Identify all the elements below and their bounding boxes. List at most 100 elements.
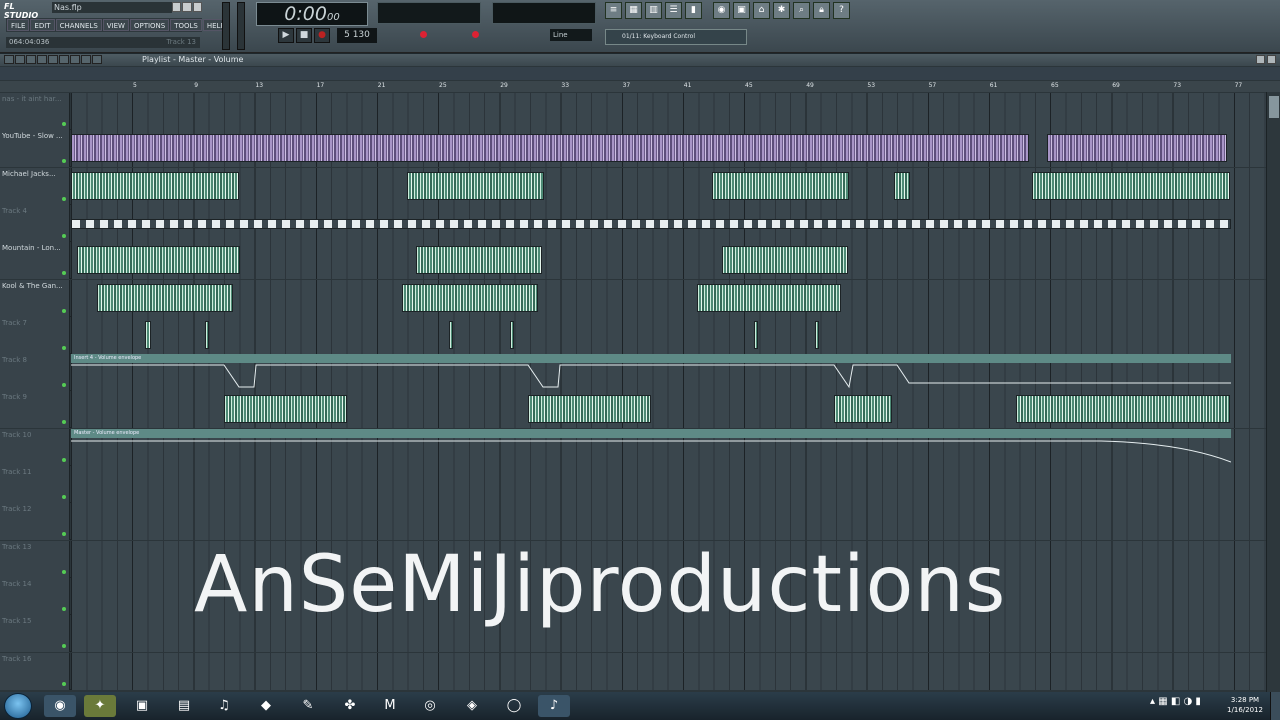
track-name[interactable]: Track 12 — [0, 503, 70, 541]
track-name[interactable]: Track 15 — [0, 615, 70, 653]
menu-channels[interactable]: CHANNELS — [55, 19, 102, 31]
app-icon-orange[interactable]: M — [374, 695, 406, 717]
track-mute-led-icon[interactable] — [62, 420, 66, 425]
itunes-running-icon[interactable]: ♪ — [538, 695, 570, 717]
playlist-clip[interactable] — [712, 171, 849, 200]
track-row[interactable]: Kool & The Gan... — [0, 279, 1266, 317]
playlist-clip[interactable] — [97, 283, 233, 312]
track-mute-led-icon[interactable] — [62, 308, 66, 313]
loop-led-icon[interactable] — [472, 31, 479, 38]
stop-button[interactable]: ■ — [296, 28, 312, 43]
track-name[interactable]: Mountain - Lon... — [0, 242, 70, 280]
playlist-clip[interactable] — [722, 246, 848, 275]
track-row[interactable]: Track 4 — [0, 204, 1266, 242]
playback-tool-icon[interactable] — [92, 55, 102, 64]
playlist-clip[interactable] — [71, 218, 1231, 229]
app-icon-green[interactable]: ✤ — [334, 695, 366, 717]
browser-icon[interactable]: ☰ — [665, 2, 682, 19]
fl-studio-taskbar-icon[interactable]: ✦ — [84, 695, 116, 717]
menu-options[interactable]: OPTIONS — [129, 19, 170, 31]
track-mute-led-icon[interactable] — [62, 383, 66, 388]
mute-tool-icon[interactable] — [37, 55, 47, 64]
playlist-clip[interactable] — [697, 283, 841, 312]
track-mute-led-icon[interactable] — [62, 606, 66, 611]
master-pitch-slider[interactable] — [237, 2, 245, 50]
playlist-clip[interactable] — [1047, 134, 1227, 163]
track-mute-led-icon[interactable] — [62, 681, 66, 686]
save-icon[interactable]: ▣ — [733, 2, 750, 19]
track-grid[interactable] — [71, 242, 1266, 280]
playlist-maximize-button[interactable] — [1256, 55, 1265, 64]
playlist-icon[interactable]: ≡ — [605, 2, 622, 19]
track-grid[interactable] — [71, 130, 1266, 168]
track-row[interactable]: Track 10 Master - Volume envelope — [0, 428, 1266, 466]
steam-icon[interactable]: ◈ — [456, 695, 488, 717]
track-name[interactable]: YouTube - Slow ... — [0, 130, 70, 168]
track-mute-led-icon[interactable] — [62, 457, 66, 462]
track-name[interactable]: Track 4 — [0, 204, 70, 242]
track-mute-led-icon[interactable] — [62, 159, 66, 164]
track-name[interactable]: Track 14 — [0, 577, 70, 615]
playlist-clip[interactable] — [815, 320, 819, 349]
folder-icon[interactable]: ▤ — [168, 695, 200, 717]
system-tray[interactable]: ▴ ▦ ◧ ◑ ▮ — [1150, 696, 1220, 716]
track-row[interactable]: Track 8 Insert 4 - Volume envelope — [0, 354, 1266, 392]
mixer-icon[interactable]: ▮ — [685, 2, 702, 19]
playlist-close-button[interactable] — [1267, 55, 1276, 64]
playlist-clip[interactable] — [1032, 171, 1230, 200]
menu-tools[interactable]: TOOLS — [170, 19, 202, 31]
track-name[interactable]: Track 16 — [0, 652, 70, 690]
lock-icon[interactable]: 🔒︎ — [813, 2, 830, 19]
playlist-clip[interactable] — [71, 134, 1029, 163]
paint-icon[interactable]: ✎ — [292, 695, 324, 717]
track-row[interactable]: Michael Jacks... — [0, 167, 1266, 205]
snap-select[interactable]: Line — [550, 29, 592, 41]
record-led-icon[interactable] — [420, 31, 427, 38]
record-button[interactable]: ● — [314, 28, 330, 43]
photoshop-icon[interactable]: ◆ — [250, 695, 282, 717]
track-name[interactable]: Track 9 — [0, 391, 70, 429]
track-grid[interactable] — [71, 93, 1266, 130]
track-grid[interactable] — [71, 167, 1266, 205]
track-mute-led-icon[interactable] — [62, 569, 66, 574]
playlist-clip[interactable] — [77, 246, 240, 275]
vertical-scrollbar[interactable] — [1266, 92, 1280, 692]
playlist-clip[interactable] — [754, 320, 758, 349]
playlist-clip[interactable] — [71, 171, 239, 200]
track-row[interactable]: Track 7 — [0, 316, 1266, 354]
track-mute-led-icon[interactable] — [62, 495, 66, 499]
track-name[interactable]: Track 10 — [0, 428, 70, 466]
playlist-clip[interactable] — [449, 320, 453, 349]
close-button[interactable] — [192, 2, 202, 12]
plugin-icon[interactable]: ✱ — [773, 2, 790, 19]
paint-tool-icon[interactable] — [15, 55, 25, 64]
draw-tool-icon[interactable] — [4, 55, 14, 64]
track-name[interactable]: Michael Jacks... — [0, 167, 70, 205]
track-mute-led-icon[interactable] — [62, 644, 66, 649]
automation-clip-header[interactable]: Master - Volume envelope — [71, 428, 1231, 438]
minecraft-icon[interactable]: ▣ — [126, 695, 158, 717]
chrome-icon[interactable]: ◉ — [44, 695, 76, 717]
slip-tool-icon[interactable] — [48, 55, 58, 64]
globe-icon[interactable]: ◎ — [414, 695, 446, 717]
track-row[interactable]: YouTube - Slow ... — [0, 130, 1266, 168]
show-desktop-button[interactable] — [1270, 692, 1280, 720]
master-volume-slider[interactable] — [222, 2, 230, 50]
track-grid[interactable] — [71, 316, 1266, 354]
start-button[interactable] — [4, 693, 32, 719]
track-mute-led-icon[interactable] — [62, 271, 66, 276]
delete-tool-icon[interactable] — [26, 55, 36, 64]
track-row[interactable]: Track 16 — [0, 652, 1266, 690]
step-sequencer-icon[interactable]: ▦ — [625, 2, 642, 19]
track-row[interactable]: nas - it aint har... — [0, 93, 1266, 130]
play-button[interactable]: ▶ — [278, 28, 294, 43]
playlist-clip[interactable] — [145, 320, 151, 349]
menu-edit[interactable]: EDIT — [30, 19, 55, 31]
render-icon[interactable]: ⌂ — [753, 2, 770, 19]
track-grid[interactable] — [71, 204, 1266, 242]
playlist-clip[interactable] — [402, 283, 538, 312]
tempo-display[interactable]: 5 130 — [337, 28, 377, 43]
cpu-icon[interactable]: ◉ — [713, 2, 730, 19]
itunes-icon[interactable]: ♫ — [208, 695, 240, 717]
piano-roll-icon[interactable]: ▥ — [645, 2, 662, 19]
